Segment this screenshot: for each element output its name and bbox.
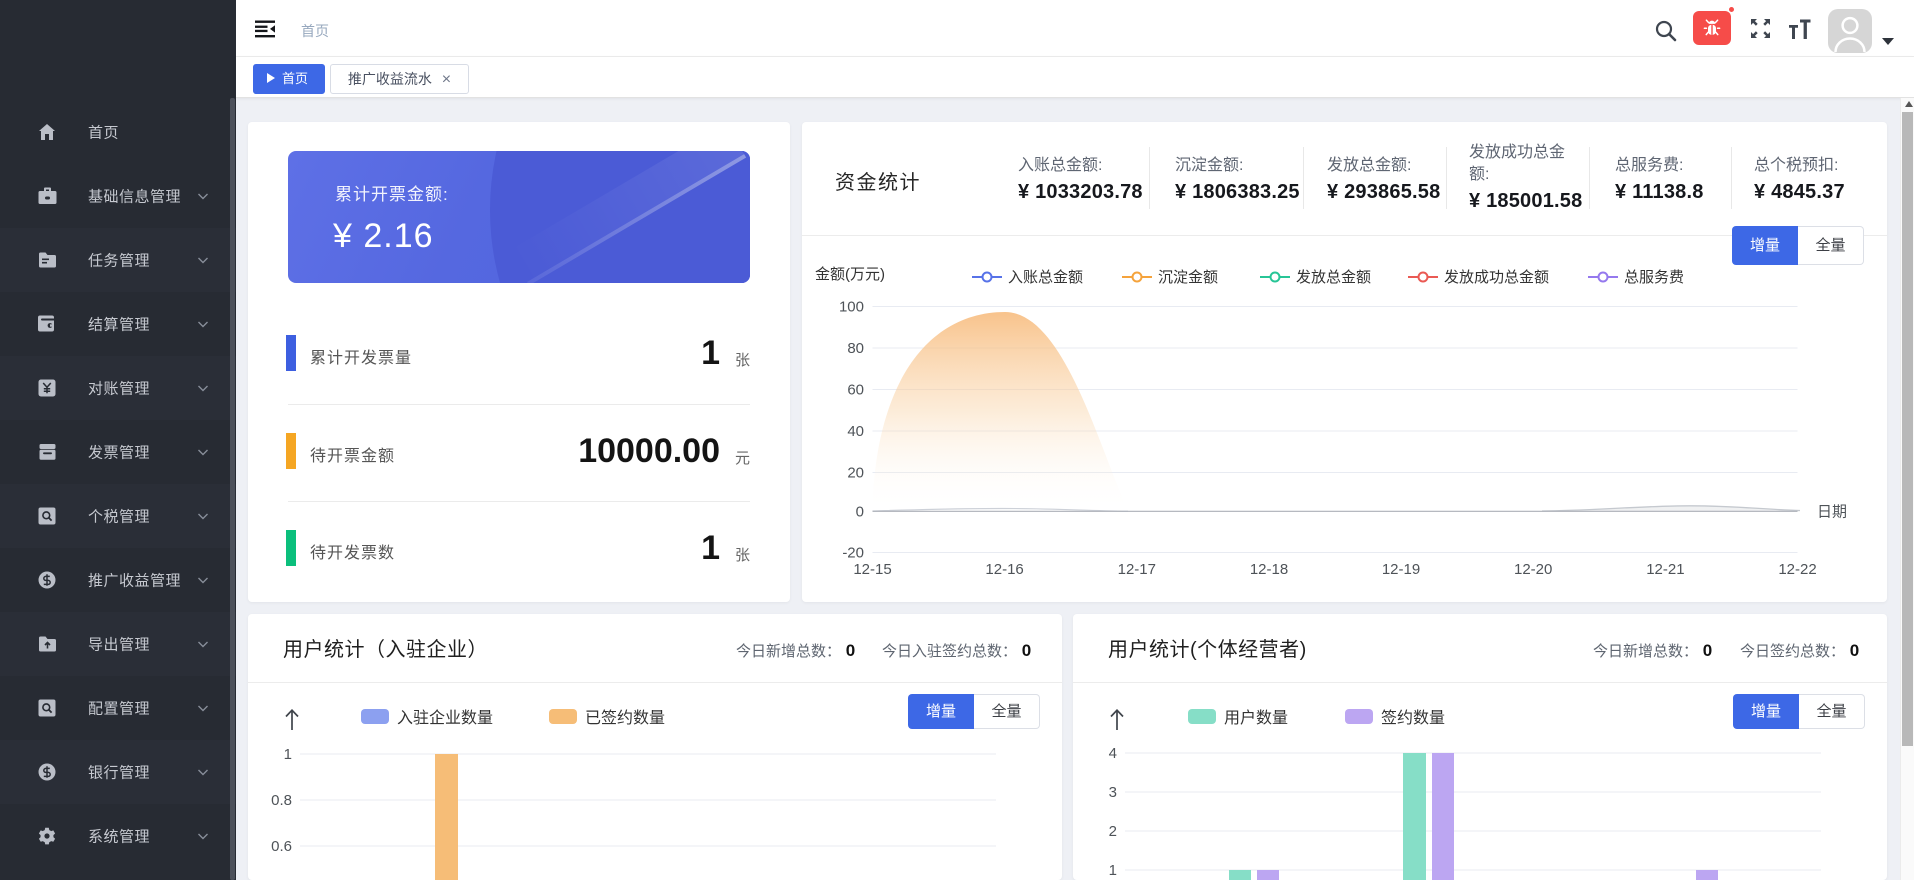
svg-text:100: 100 xyxy=(839,299,864,316)
svg-text:0: 0 xyxy=(856,503,864,520)
svg-text:4: 4 xyxy=(1109,745,1117,762)
svg-text:12-15: 12-15 xyxy=(853,561,891,578)
svg-text:12-21: 12-21 xyxy=(1646,561,1684,578)
svg-text:3: 3 xyxy=(1109,784,1117,801)
svg-text:60: 60 xyxy=(847,382,864,399)
svg-text:1: 1 xyxy=(284,746,292,763)
svg-text:-20: -20 xyxy=(842,545,864,562)
svg-text:12-22: 12-22 xyxy=(1778,561,1816,578)
svg-text:日期: 日期 xyxy=(1817,503,1847,520)
svg-text:12-17: 12-17 xyxy=(1118,561,1156,578)
svg-text:80: 80 xyxy=(847,340,864,357)
svg-text:12-18: 12-18 xyxy=(1250,561,1288,578)
svg-text:20: 20 xyxy=(847,465,864,482)
svg-text:0.8: 0.8 xyxy=(271,792,292,809)
svg-text:40: 40 xyxy=(847,423,864,440)
svg-text:12-16: 12-16 xyxy=(985,561,1023,578)
svg-text:0.6: 0.6 xyxy=(271,838,292,855)
svg-text:12-19: 12-19 xyxy=(1382,561,1420,578)
svg-text:12-20: 12-20 xyxy=(1514,561,1552,578)
svg-text:2: 2 xyxy=(1109,823,1117,840)
svg-text:1: 1 xyxy=(1109,862,1117,879)
